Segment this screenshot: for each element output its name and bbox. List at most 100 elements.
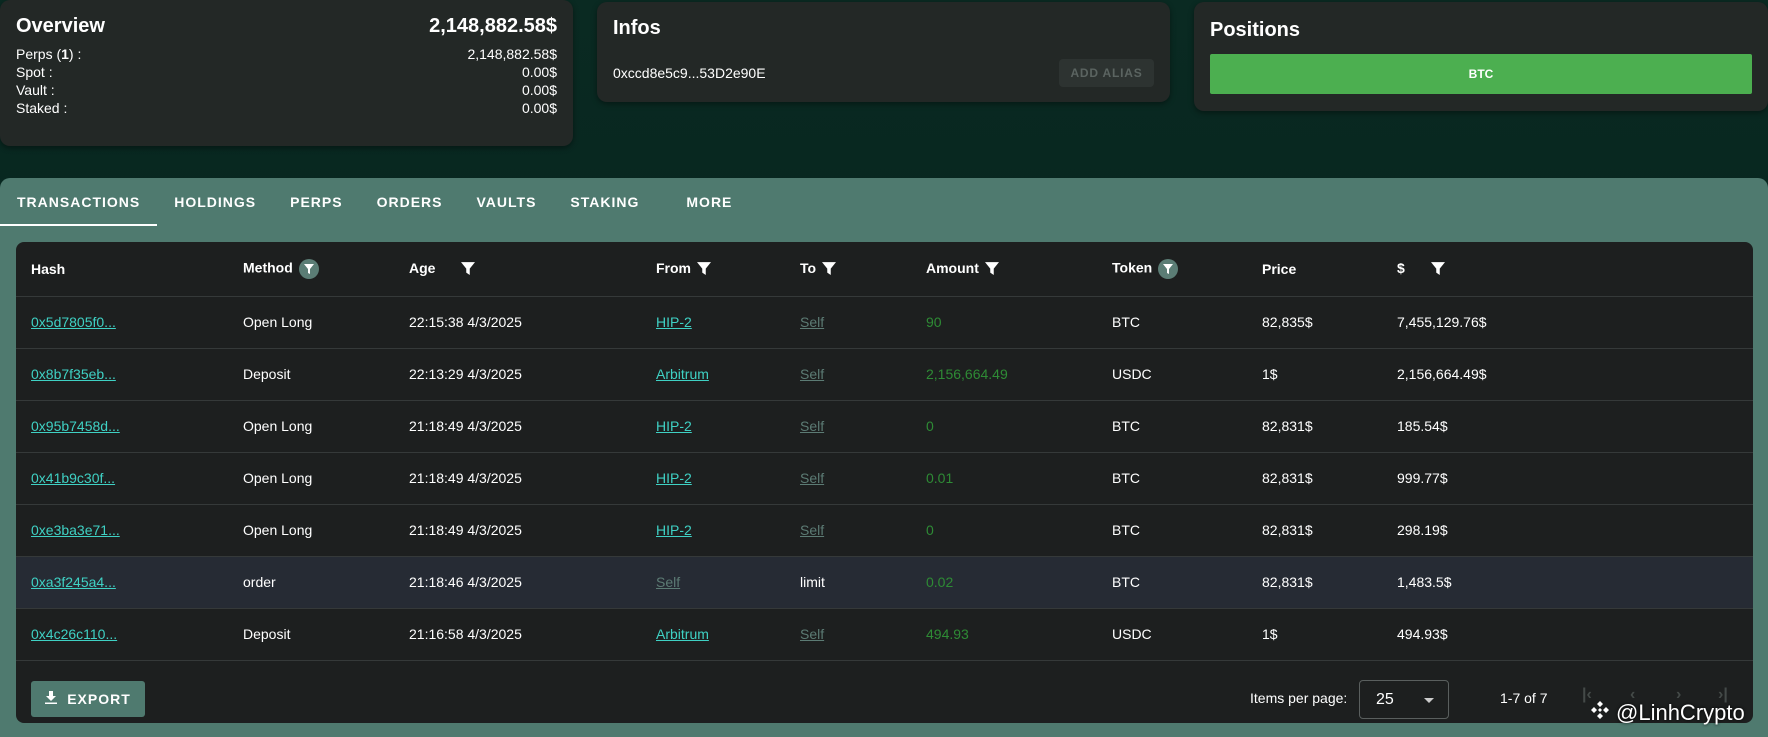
overview-card: Overview 2,148,882.58$ Perps (1) : 2,148… <box>0 0 573 146</box>
col-to: To <box>800 242 926 297</box>
tab-bar: TRANSACTIONS HOLDINGS PERPS ORDERS VAULT… <box>0 178 749 226</box>
col-age: Age <box>409 242 656 297</box>
filter-icon[interactable] <box>696 261 711 278</box>
tx-amount: 0.02 <box>926 556 1112 609</box>
tx-hash-link[interactable]: 0x5d7805f0... <box>31 314 116 330</box>
tx-hash-link[interactable]: 0x41b9c30f... <box>31 470 115 486</box>
tx-method: Open Long <box>243 504 409 557</box>
tx-to-link[interactable]: Self <box>800 418 824 434</box>
table-row: 0xa3f245a4... order 21:18:46 4/3/2025 Se… <box>16 556 1753 609</box>
tx-from-link[interactable]: HIP-2 <box>656 522 692 538</box>
transactions-table: Hash Method Age From To Amount Token Pri… <box>16 242 1753 661</box>
tx-token: BTC <box>1112 504 1262 557</box>
tx-method: Open Long <box>243 452 409 505</box>
table-footer: EXPORT Items per page: 25 1-7 of 7 |‹ ‹ … <box>16 669 1753 723</box>
tab-vaults[interactable]: VAULTS <box>460 178 554 226</box>
table-row: 0x41b9c30f... Open Long 21:18:49 4/3/202… <box>16 452 1753 505</box>
tx-from-link[interactable]: HIP-2 <box>656 314 692 330</box>
tx-hash-link[interactable]: 0xe3ba3e71... <box>31 522 120 538</box>
position-btc-button[interactable]: BTC <box>1210 54 1752 94</box>
dropdown-arrow-icon <box>1424 698 1434 703</box>
tx-age: 22:15:38 4/3/2025 <box>409 296 656 349</box>
positions-card: Positions BTC <box>1194 2 1768 111</box>
tx-usd: 494.93$ <box>1397 608 1753 661</box>
filter-icon[interactable] <box>298 258 319 279</box>
tx-age: 22:13:29 4/3/2025 <box>409 348 656 401</box>
overview-value-spot: 0.00$ <box>521 64 557 80</box>
tx-to-link[interactable]: Self <box>800 522 824 538</box>
tx-from-link[interactable]: Arbitrum <box>656 626 709 642</box>
tx-amount: 0 <box>926 400 1112 453</box>
col-price: Price <box>1262 242 1397 297</box>
tx-to-link[interactable]: Self <box>800 366 824 382</box>
tx-hash-link[interactable]: 0x95b7458d... <box>31 418 120 434</box>
overview-row-staked: Staked : 0.00$ <box>16 100 557 116</box>
tab-staking[interactable]: STAKING <box>553 178 669 226</box>
tx-from-link[interactable]: HIP-2 <box>656 418 692 434</box>
tab-transactions[interactable]: TRANSACTIONS <box>0 178 158 226</box>
overview-value-staked: 0.00$ <box>521 100 557 116</box>
overview-row-spot: Spot : 0.00$ <box>16 64 557 80</box>
tx-usd: 1,483.5$ <box>1397 556 1753 609</box>
filter-icon[interactable] <box>821 261 836 278</box>
filter-icon[interactable] <box>461 261 476 278</box>
transactions-panel: Hash Method Age From To Amount Token Pri… <box>16 242 1753 723</box>
tx-hash-link[interactable]: 0x8b7f35eb... <box>31 366 116 382</box>
tx-price: 82,831$ <box>1262 400 1397 453</box>
tx-to-link[interactable]: Self <box>800 626 824 642</box>
tab-more[interactable]: MORE <box>669 178 749 226</box>
tx-amount: 0 <box>926 504 1112 557</box>
export-button[interactable]: EXPORT <box>31 681 145 717</box>
tx-token: USDC <box>1112 608 1262 661</box>
col-from: From <box>656 242 800 297</box>
tx-from-link[interactable]: Self <box>656 574 680 590</box>
col-amount: Amount <box>926 242 1112 297</box>
overview-label-vault: Vault : <box>16 82 55 98</box>
overview-value-perps: 2,148,882.58$ <box>467 46 557 62</box>
overview-total: 2,148,882.58$ <box>429 15 557 37</box>
tx-token: BTC <box>1112 556 1262 609</box>
positions-title: Positions <box>1210 19 1301 41</box>
tab-holdings[interactable]: HOLDINGS <box>157 178 273 226</box>
overview-label-perps: Perps (1) : <box>16 46 82 62</box>
tab-orders[interactable]: ORDERS <box>360 178 460 226</box>
filter-icon[interactable] <box>984 261 999 278</box>
items-per-page-value: 25 <box>1376 690 1394 708</box>
table-row: 0x5d7805f0... Open Long 22:15:38 4/3/202… <box>16 296 1753 349</box>
tx-price: 82,831$ <box>1262 556 1397 609</box>
tx-price: 1$ <box>1262 608 1397 661</box>
table-row: 0x8b7f35eb... Deposit 22:13:29 4/3/2025 … <box>16 348 1753 401</box>
tx-amount: 494.93 <box>926 608 1112 661</box>
tab-perps[interactable]: PERPS <box>273 178 359 226</box>
tx-usd: 298.19$ <box>1397 504 1753 557</box>
tx-method: order <box>243 556 409 609</box>
tx-to: limit <box>800 556 926 609</box>
tx-to-link[interactable]: Self <box>800 314 824 330</box>
export-label: EXPORT <box>67 691 131 707</box>
col-token: Token <box>1112 242 1262 297</box>
col-hash: Hash <box>16 242 243 297</box>
tx-age: 21:18:46 4/3/2025 <box>409 556 656 609</box>
watermark-text: @LinhCrypto <box>1616 700 1745 725</box>
tx-price: 82,831$ <box>1262 452 1397 505</box>
overview-label-spot: Spot : <box>16 64 53 80</box>
tx-method: Open Long <box>243 296 409 349</box>
tx-hash-link[interactable]: 0xa3f245a4... <box>31 574 116 590</box>
tx-to-link[interactable]: Self <box>800 470 824 486</box>
tx-from-link[interactable]: Arbitrum <box>656 366 709 382</box>
tx-usd: 7,455,129.76$ <box>1397 296 1753 349</box>
tx-age: 21:18:49 4/3/2025 <box>409 452 656 505</box>
watermark: @LinhCrypto <box>1590 700 1745 726</box>
col-usd: $ <box>1397 242 1753 297</box>
overview-label-staked: Staked : <box>16 100 68 116</box>
tx-from-link[interactable]: HIP-2 <box>656 470 692 486</box>
overview-title: Overview <box>16 15 105 37</box>
tx-usd: 999.77$ <box>1397 452 1753 505</box>
filter-icon[interactable] <box>1430 261 1445 278</box>
add-alias-button[interactable]: ADD ALIAS <box>1059 59 1154 87</box>
table-row: 0x4c26c110... Deposit 21:16:58 4/3/2025 … <box>16 608 1753 661</box>
filter-icon[interactable] <box>1158 258 1179 279</box>
tx-price: 82,835$ <box>1262 296 1397 349</box>
items-per-page-select[interactable]: 25 <box>1359 680 1449 719</box>
tx-hash-link[interactable]: 0x4c26c110... <box>31 626 117 642</box>
